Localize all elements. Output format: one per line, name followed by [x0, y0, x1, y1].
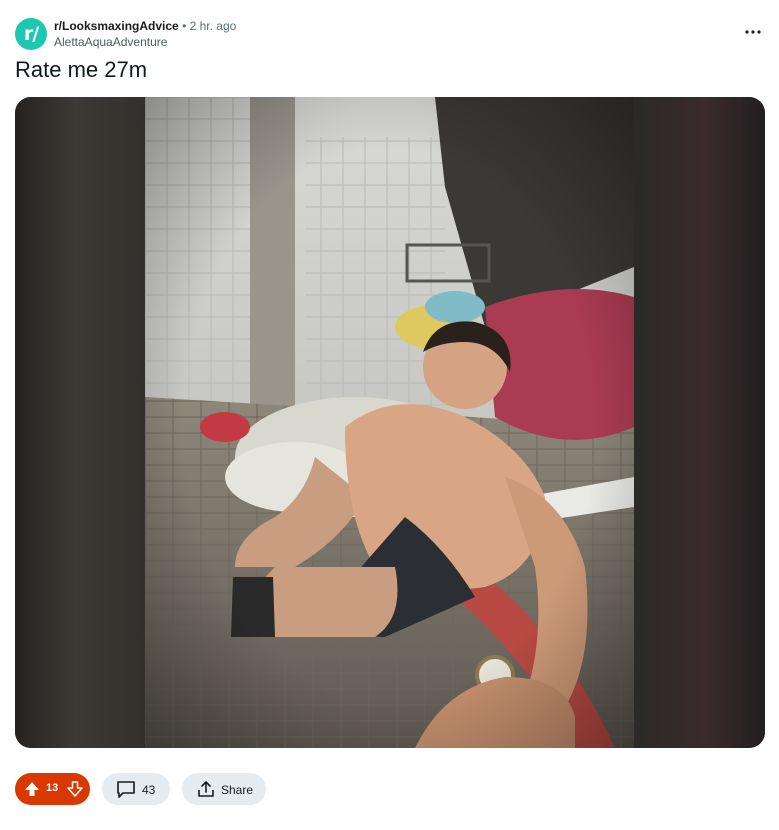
post-header: r/ r/LooksmaxingAdvice • 2 hr. ago Alett…	[15, 16, 765, 52]
upvote-count: 13	[46, 782, 59, 794]
post-photo	[145, 97, 634, 748]
vote-control: 13	[15, 773, 90, 805]
subreddit-link[interactable]: r/LooksmaxingAdvice	[54, 19, 179, 33]
author-link[interactable]: AlettaAquaAdventure	[54, 34, 236, 50]
downvote-icon[interactable]	[66, 780, 84, 798]
post-meta: r/LooksmaxingAdvice • 2 hr. ago AlettaAq…	[54, 18, 236, 50]
post-media[interactable]	[15, 97, 765, 748]
share-label: Share	[221, 783, 254, 797]
comments-button[interactable]: 43	[102, 773, 170, 805]
post-title[interactable]: Rate me 27m	[15, 56, 147, 84]
post-meta-line: r/LooksmaxingAdvice • 2 hr. ago	[54, 18, 236, 34]
comment-icon	[117, 781, 135, 798]
more-options-button[interactable]	[741, 22, 765, 42]
share-icon	[198, 781, 214, 797]
more-options-icon	[745, 30, 761, 34]
share-button[interactable]: Share	[182, 773, 266, 805]
meta-separator: •	[182, 19, 187, 33]
comment-count: 43	[142, 783, 156, 797]
post-time: 2 hr. ago	[189, 19, 237, 33]
subreddit-avatar[interactable]: r/	[15, 18, 47, 50]
upvote-icon[interactable]	[23, 780, 41, 798]
